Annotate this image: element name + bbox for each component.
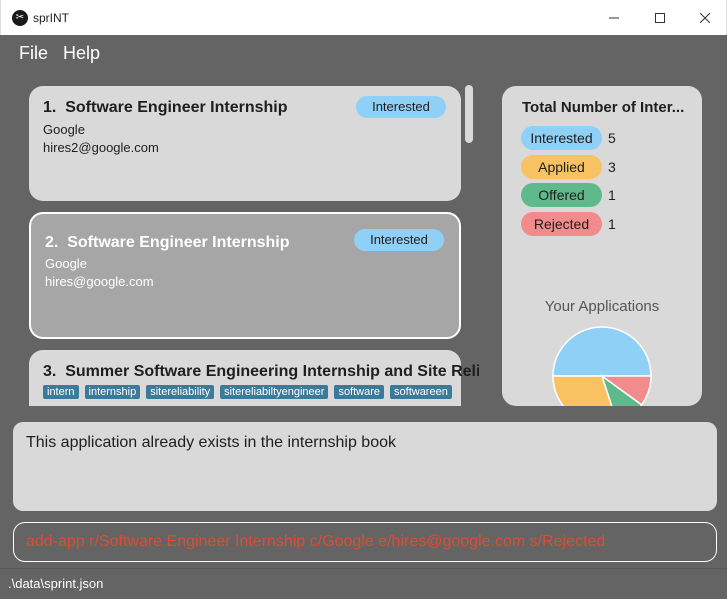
maximize-icon bbox=[655, 12, 665, 23]
stat-row-applied: Applied 3 bbox=[521, 155, 616, 179]
application-title: 2. Software Engineer Internship bbox=[45, 234, 290, 251]
data-file-path: .\data\sprint.json bbox=[8, 576, 104, 591]
application-title: 3. Summer Software Engineering Internshi… bbox=[43, 363, 479, 380]
stat-label-interested: Interested bbox=[521, 126, 602, 150]
statistics-panel: Total Number of Inter... Interested 5 Ap… bbox=[502, 86, 702, 406]
application-company: Google bbox=[43, 122, 85, 137]
stat-count-interested: 5 bbox=[608, 130, 616, 146]
application-card[interactable]: 3. Summer Software Engineering Internshi… bbox=[29, 350, 479, 406]
menu-bar: File Help bbox=[0, 35, 727, 70]
command-input[interactable] bbox=[26, 523, 706, 561]
application-card[interactable]: 1. Software Engineer Internship Interest… bbox=[29, 86, 461, 201]
command-box bbox=[13, 522, 717, 562]
tag: sitereliabiltyengineer bbox=[220, 385, 329, 399]
title-bar: ✂ sprINT bbox=[0, 0, 727, 35]
applications-pie-chart bbox=[552, 326, 652, 406]
close-button[interactable] bbox=[682, 0, 727, 35]
maximize-button[interactable] bbox=[637, 0, 683, 35]
stat-row-rejected: Rejected 1 bbox=[521, 212, 616, 236]
status-bar: .\data\sprint.json bbox=[0, 568, 727, 599]
stat-count-applied: 3 bbox=[608, 159, 616, 175]
close-icon bbox=[700, 12, 710, 23]
menu-file[interactable]: File bbox=[19, 43, 48, 64]
pie-chart-title: Your Applications bbox=[544, 298, 660, 315]
tag: softwareen bbox=[390, 385, 452, 399]
application-company: Google bbox=[45, 256, 87, 271]
minimize-button[interactable] bbox=[591, 0, 637, 35]
application-email: hires2@google.com bbox=[43, 140, 159, 155]
stat-count-rejected: 1 bbox=[608, 216, 616, 232]
stat-row-interested: Interested 5 bbox=[521, 126, 616, 150]
status-badge: Interested bbox=[354, 229, 444, 251]
list-scrollbar[interactable] bbox=[465, 85, 473, 143]
tag: software bbox=[334, 385, 385, 399]
statistics-title: Total Number of Inter... bbox=[522, 99, 685, 116]
app-icon: ✂ bbox=[12, 10, 28, 26]
stat-row-offered: Offered 1 bbox=[521, 183, 616, 207]
window-title: sprINT bbox=[33, 11, 69, 25]
stat-label-applied: Applied bbox=[521, 155, 602, 179]
tag-list: intern internship sitereliability sitere… bbox=[43, 385, 452, 399]
status-badge: Interested bbox=[356, 96, 446, 118]
stat-label-rejected: Rejected bbox=[521, 212, 602, 236]
menu-help[interactable]: Help bbox=[63, 43, 100, 64]
application-card-selected[interactable]: 2. Software Engineer Internship Interest… bbox=[29, 212, 461, 339]
application-title: 1. Software Engineer Internship bbox=[43, 99, 288, 116]
result-display: This application already exists in the i… bbox=[13, 422, 717, 511]
application-email: hires@google.com bbox=[45, 274, 154, 289]
minimize-icon bbox=[609, 17, 619, 18]
tag: sitereliability bbox=[146, 385, 215, 399]
pie-slice-interested bbox=[552, 326, 652, 377]
stat-count-offered: 1 bbox=[608, 187, 616, 203]
result-message: This application already exists in the i… bbox=[26, 434, 396, 451]
tag: intern bbox=[43, 385, 79, 399]
tag: internship bbox=[84, 385, 141, 399]
application-list: 1. Software Engineer Internship Interest… bbox=[13, 70, 479, 406]
stat-label-offered: Offered bbox=[521, 183, 602, 207]
